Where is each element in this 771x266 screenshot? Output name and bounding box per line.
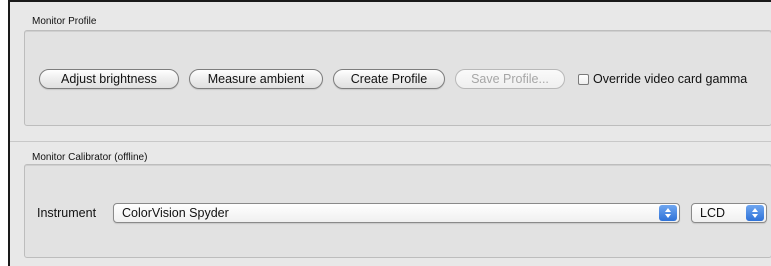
- adjust-brightness-button[interactable]: Adjust brightness: [39, 69, 179, 89]
- monitor-profile-group: Adjust brightness Measure ambient Create…: [24, 30, 771, 126]
- override-gamma-label: Override video card gamma: [593, 72, 748, 86]
- monitor-calibrator-title: Monitor Calibrator (offline): [32, 152, 148, 163]
- save-profile-button[interactable]: Save Profile...: [455, 69, 565, 89]
- monitor-calibrator-group: Instrument ColorVision Spyder LCD: [24, 164, 771, 258]
- display-type-select[interactable]: LCD: [691, 203, 767, 223]
- instrument-select[interactable]: ColorVision Spyder: [113, 203, 680, 223]
- settings-window: Monitor Profile Adjust brightness Measur…: [8, 0, 771, 266]
- section-divider: [10, 141, 771, 142]
- override-gamma-option[interactable]: Override video card gamma: [578, 72, 747, 86]
- instrument-select-value: ColorVision Spyder: [122, 206, 229, 220]
- display-type-select-value: LCD: [700, 206, 726, 220]
- create-profile-button[interactable]: Create Profile: [333, 69, 445, 89]
- instrument-label: Instrument: [37, 206, 97, 220]
- up-down-chevron-icon: [659, 205, 677, 221]
- monitor-profile-title: Monitor Profile: [32, 16, 97, 27]
- override-gamma-checkbox[interactable]: [578, 73, 589, 85]
- measure-ambient-button[interactable]: Measure ambient: [189, 69, 323, 89]
- up-down-chevron-icon: [746, 205, 764, 221]
